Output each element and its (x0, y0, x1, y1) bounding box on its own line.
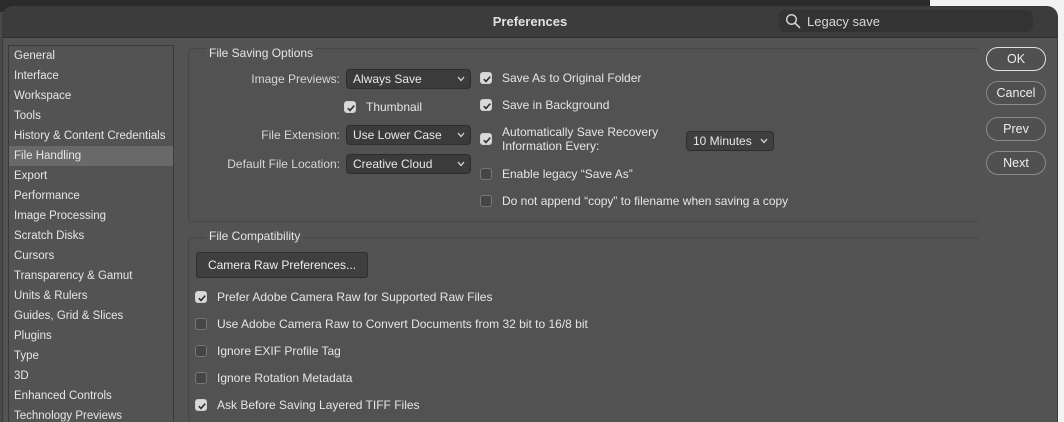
sidebar-item-tools[interactable]: Tools (9, 106, 173, 126)
ask-tiff-label: Ask Before Saving Layered TIFF Files (217, 398, 420, 412)
sidebar-item-image-processing[interactable]: Image Processing (9, 206, 173, 226)
save-as-original-label: Save As to Original Folder (502, 71, 642, 85)
default-location-value: Creative Cloud (353, 157, 433, 171)
default-location-dropdown[interactable]: Creative Cloud (346, 154, 471, 174)
auto-save-interval-value: 10 Minutes (693, 134, 752, 148)
preferences-dialog: Preferences Legacy save General Interfac… (3, 7, 1057, 422)
no-append-copy-label: Do not append “copy” to filename when sa… (502, 194, 789, 208)
acr-convert-label: Use Adobe Camera Raw to Convert Document… (217, 317, 588, 331)
file-compat-legend: File Compatibility (206, 229, 304, 243)
thumbnail-option[interactable]: Thumbnail (344, 100, 422, 114)
ignore-rotation-checkbox[interactable] (195, 372, 207, 384)
sidebar-item-technology-previews[interactable]: Technology Previews (9, 406, 173, 422)
camera-raw-preferences-button[interactable]: Camera Raw Preferences... (196, 252, 368, 278)
ignore-rotation-label: Ignore Rotation Metadata (217, 371, 353, 385)
save-background-checkbox[interactable] (480, 99, 492, 111)
cancel-button[interactable]: Cancel (986, 81, 1046, 105)
image-previews-value: Always Save (353, 72, 422, 86)
chevron-down-icon (760, 138, 768, 144)
next-button[interactable]: Next (986, 151, 1046, 175)
auto-save-label: Automatically Save Recovery Information … (502, 125, 658, 153)
no-append-copy-option[interactable]: Do not append “copy” to filename when sa… (480, 194, 788, 208)
sidebar-item-performance[interactable]: Performance (9, 186, 173, 206)
sidebar-item-file-handling[interactable]: File Handling (9, 146, 173, 166)
default-location-label: Default File Location: (227, 157, 340, 171)
sidebar-list: General Interface Workspace Tools Histor… (8, 45, 174, 422)
check-icon (347, 105, 355, 112)
sidebar-item-general[interactable]: General (9, 46, 173, 66)
auto-save-option[interactable]: Automatically Save Recovery Information … (480, 125, 658, 153)
compat-option-ignore-exif[interactable]: Ignore EXIF Profile Tag (195, 344, 341, 358)
sidebar-item-type[interactable]: Type (9, 346, 173, 366)
check-icon (483, 76, 491, 83)
legacy-save-as-checkbox[interactable] (480, 168, 492, 180)
sidebar-item-plugins[interactable]: Plugins (9, 326, 173, 346)
compat-option-acr-convert[interactable]: Use Adobe Camera Raw to Convert Document… (195, 317, 588, 331)
prev-button[interactable]: Prev (986, 117, 1046, 141)
sidebar-item-transparency[interactable]: Transparency & Gamut (9, 266, 173, 286)
sidebar-item-history[interactable]: History & Content Credentials (9, 126, 173, 146)
sidebar-item-scratch-disks[interactable]: Scratch Disks (9, 226, 173, 246)
sidebar-item-guides[interactable]: Guides, Grid & Slices (9, 306, 173, 326)
chevron-down-icon (457, 132, 465, 138)
sidebar-item-cursors[interactable]: Cursors (9, 246, 173, 266)
sidebar-item-interface[interactable]: Interface (9, 66, 173, 86)
thumbnail-checkbox[interactable] (344, 101, 356, 113)
legacy-save-as-label: Enable legacy “Save As” (502, 167, 633, 181)
auto-save-label-line1: Automatically Save Recovery (502, 125, 659, 139)
check-icon (483, 103, 491, 110)
check-icon (198, 295, 206, 302)
file-saving-legend: File Saving Options (206, 46, 317, 60)
search-input[interactable]: Legacy save (807, 14, 880, 29)
chevron-down-icon (457, 161, 465, 167)
auto-save-label-line2: Information Every: (502, 139, 600, 153)
compat-option-ask-tiff[interactable]: Ask Before Saving Layered TIFF Files (195, 398, 420, 412)
title-bar: Preferences Legacy save (3, 7, 1057, 38)
ok-button[interactable]: OK (986, 47, 1046, 71)
save-background-label: Save in Background (502, 98, 610, 112)
file-extension-dropdown[interactable]: Use Lower Case (346, 125, 471, 145)
sidebar-item-enhanced-controls[interactable]: Enhanced Controls (9, 386, 173, 406)
save-as-original-option[interactable]: Save As to Original Folder (480, 71, 641, 85)
prefer-acr-checkbox[interactable] (195, 291, 207, 303)
sidebar-item-workspace[interactable]: Workspace (9, 86, 173, 106)
chevron-down-icon (457, 76, 465, 82)
image-previews-dropdown[interactable]: Always Save (346, 69, 471, 89)
compat-option-ignore-rotation[interactable]: Ignore Rotation Metadata (195, 371, 352, 385)
sidebar-item-units-rulers[interactable]: Units & Rulers (9, 286, 173, 306)
file-extension-value: Use Lower Case (353, 128, 442, 142)
ignore-exif-checkbox[interactable] (195, 345, 207, 357)
save-background-option[interactable]: Save in Background (480, 98, 609, 112)
legacy-save-as-option[interactable]: Enable legacy “Save As” (480, 167, 633, 181)
ignore-exif-label: Ignore EXIF Profile Tag (217, 344, 341, 358)
auto-save-checkbox[interactable] (480, 133, 492, 145)
ask-tiff-checkbox[interactable] (195, 399, 207, 411)
file-extension-label: File Extension: (261, 128, 340, 142)
acr-convert-checkbox[interactable] (195, 318, 207, 330)
thumbnail-label: Thumbnail (366, 100, 423, 114)
save-as-original-checkbox[interactable] (480, 72, 492, 84)
auto-save-interval-dropdown[interactable]: 10 Minutes (686, 131, 774, 151)
sidebar-item-export[interactable]: Export (9, 166, 173, 186)
prefer-acr-label: Prefer Adobe Camera Raw for Supported Ra… (217, 290, 493, 304)
compat-option-prefer-acr[interactable]: Prefer Adobe Camera Raw for Supported Ra… (195, 290, 492, 304)
search-field[interactable]: Legacy save (779, 10, 1033, 32)
sidebar-item-3d[interactable]: 3D (9, 366, 173, 386)
image-previews-label: Image Previews: (251, 72, 340, 86)
search-icon (785, 13, 801, 29)
no-append-copy-checkbox[interactable] (480, 195, 492, 207)
check-icon (198, 403, 206, 410)
check-icon (483, 137, 491, 144)
